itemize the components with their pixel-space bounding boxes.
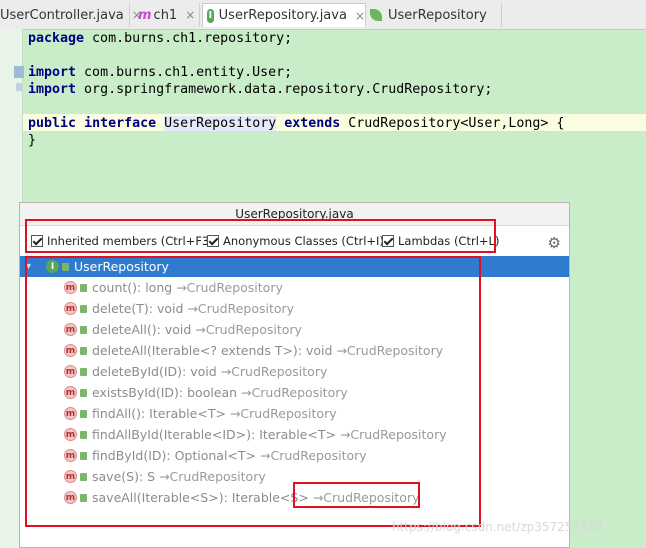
code-text: }	[28, 133, 37, 148]
tab-label: UserRepository	[388, 7, 487, 23]
code-text: org.springframework.data.repository.Crud…	[76, 82, 493, 97]
fold-marker-icon[interactable]	[14, 66, 24, 78]
code-line: public interface UserRepository extends …	[28, 115, 564, 132]
keyword: interface	[84, 116, 157, 131]
code-line: package com.burns.ch1.repository;	[28, 30, 564, 47]
fold-marker-icon[interactable]	[16, 83, 22, 91]
tab-label: UserRepository.java	[218, 8, 347, 23]
module-icon: m	[138, 7, 152, 23]
highlight-box-crudrepository	[293, 482, 420, 508]
keyword: import	[28, 82, 77, 97]
code-line: }	[28, 132, 564, 149]
code-text: CrudRepository<User,Long> {	[340, 116, 565, 131]
tab-label: ch1	[153, 7, 178, 23]
editor-tab-bar: UserController.java × m ch1 × I UserRepo…	[0, 0, 646, 30]
keyword: package	[28, 31, 85, 46]
spring-leaf-icon	[370, 9, 382, 21]
gear-icon[interactable]: ⚙	[548, 234, 561, 252]
close-icon[interactable]: ×	[185, 8, 195, 22]
interface-name[interactable]: UserRepository	[164, 116, 277, 131]
code-line: import org.springframework.data.reposito…	[28, 81, 564, 98]
code-text: com.burns.ch1.repository;	[84, 31, 293, 46]
highlight-box-options	[25, 219, 496, 253]
close-icon[interactable]: ×	[355, 9, 365, 23]
tab-userrepository-java[interactable]: I UserRepository.java ×	[202, 3, 366, 27]
interface-icon: I	[207, 8, 214, 23]
tab-userrepository-bean[interactable]: UserRepository	[366, 3, 502, 27]
keyword: public	[28, 116, 77, 131]
code-line: import com.burns.ch1.entity.User;	[28, 64, 564, 81]
keyword: extends	[284, 116, 341, 131]
code-editor[interactable]: package com.burns.ch1.repository; import…	[28, 30, 564, 149]
tab-usercontroller[interactable]: UserController.java ×	[0, 3, 142, 27]
code-text: com.burns.ch1.entity.User;	[76, 65, 293, 80]
watermark: https://blog.csdn.net/zp357252539	[392, 520, 603, 534]
tab-label: UserController.java	[0, 7, 124, 23]
keyword: import	[28, 65, 77, 80]
tab-ch1[interactable]: m ch1 ×	[134, 3, 200, 27]
